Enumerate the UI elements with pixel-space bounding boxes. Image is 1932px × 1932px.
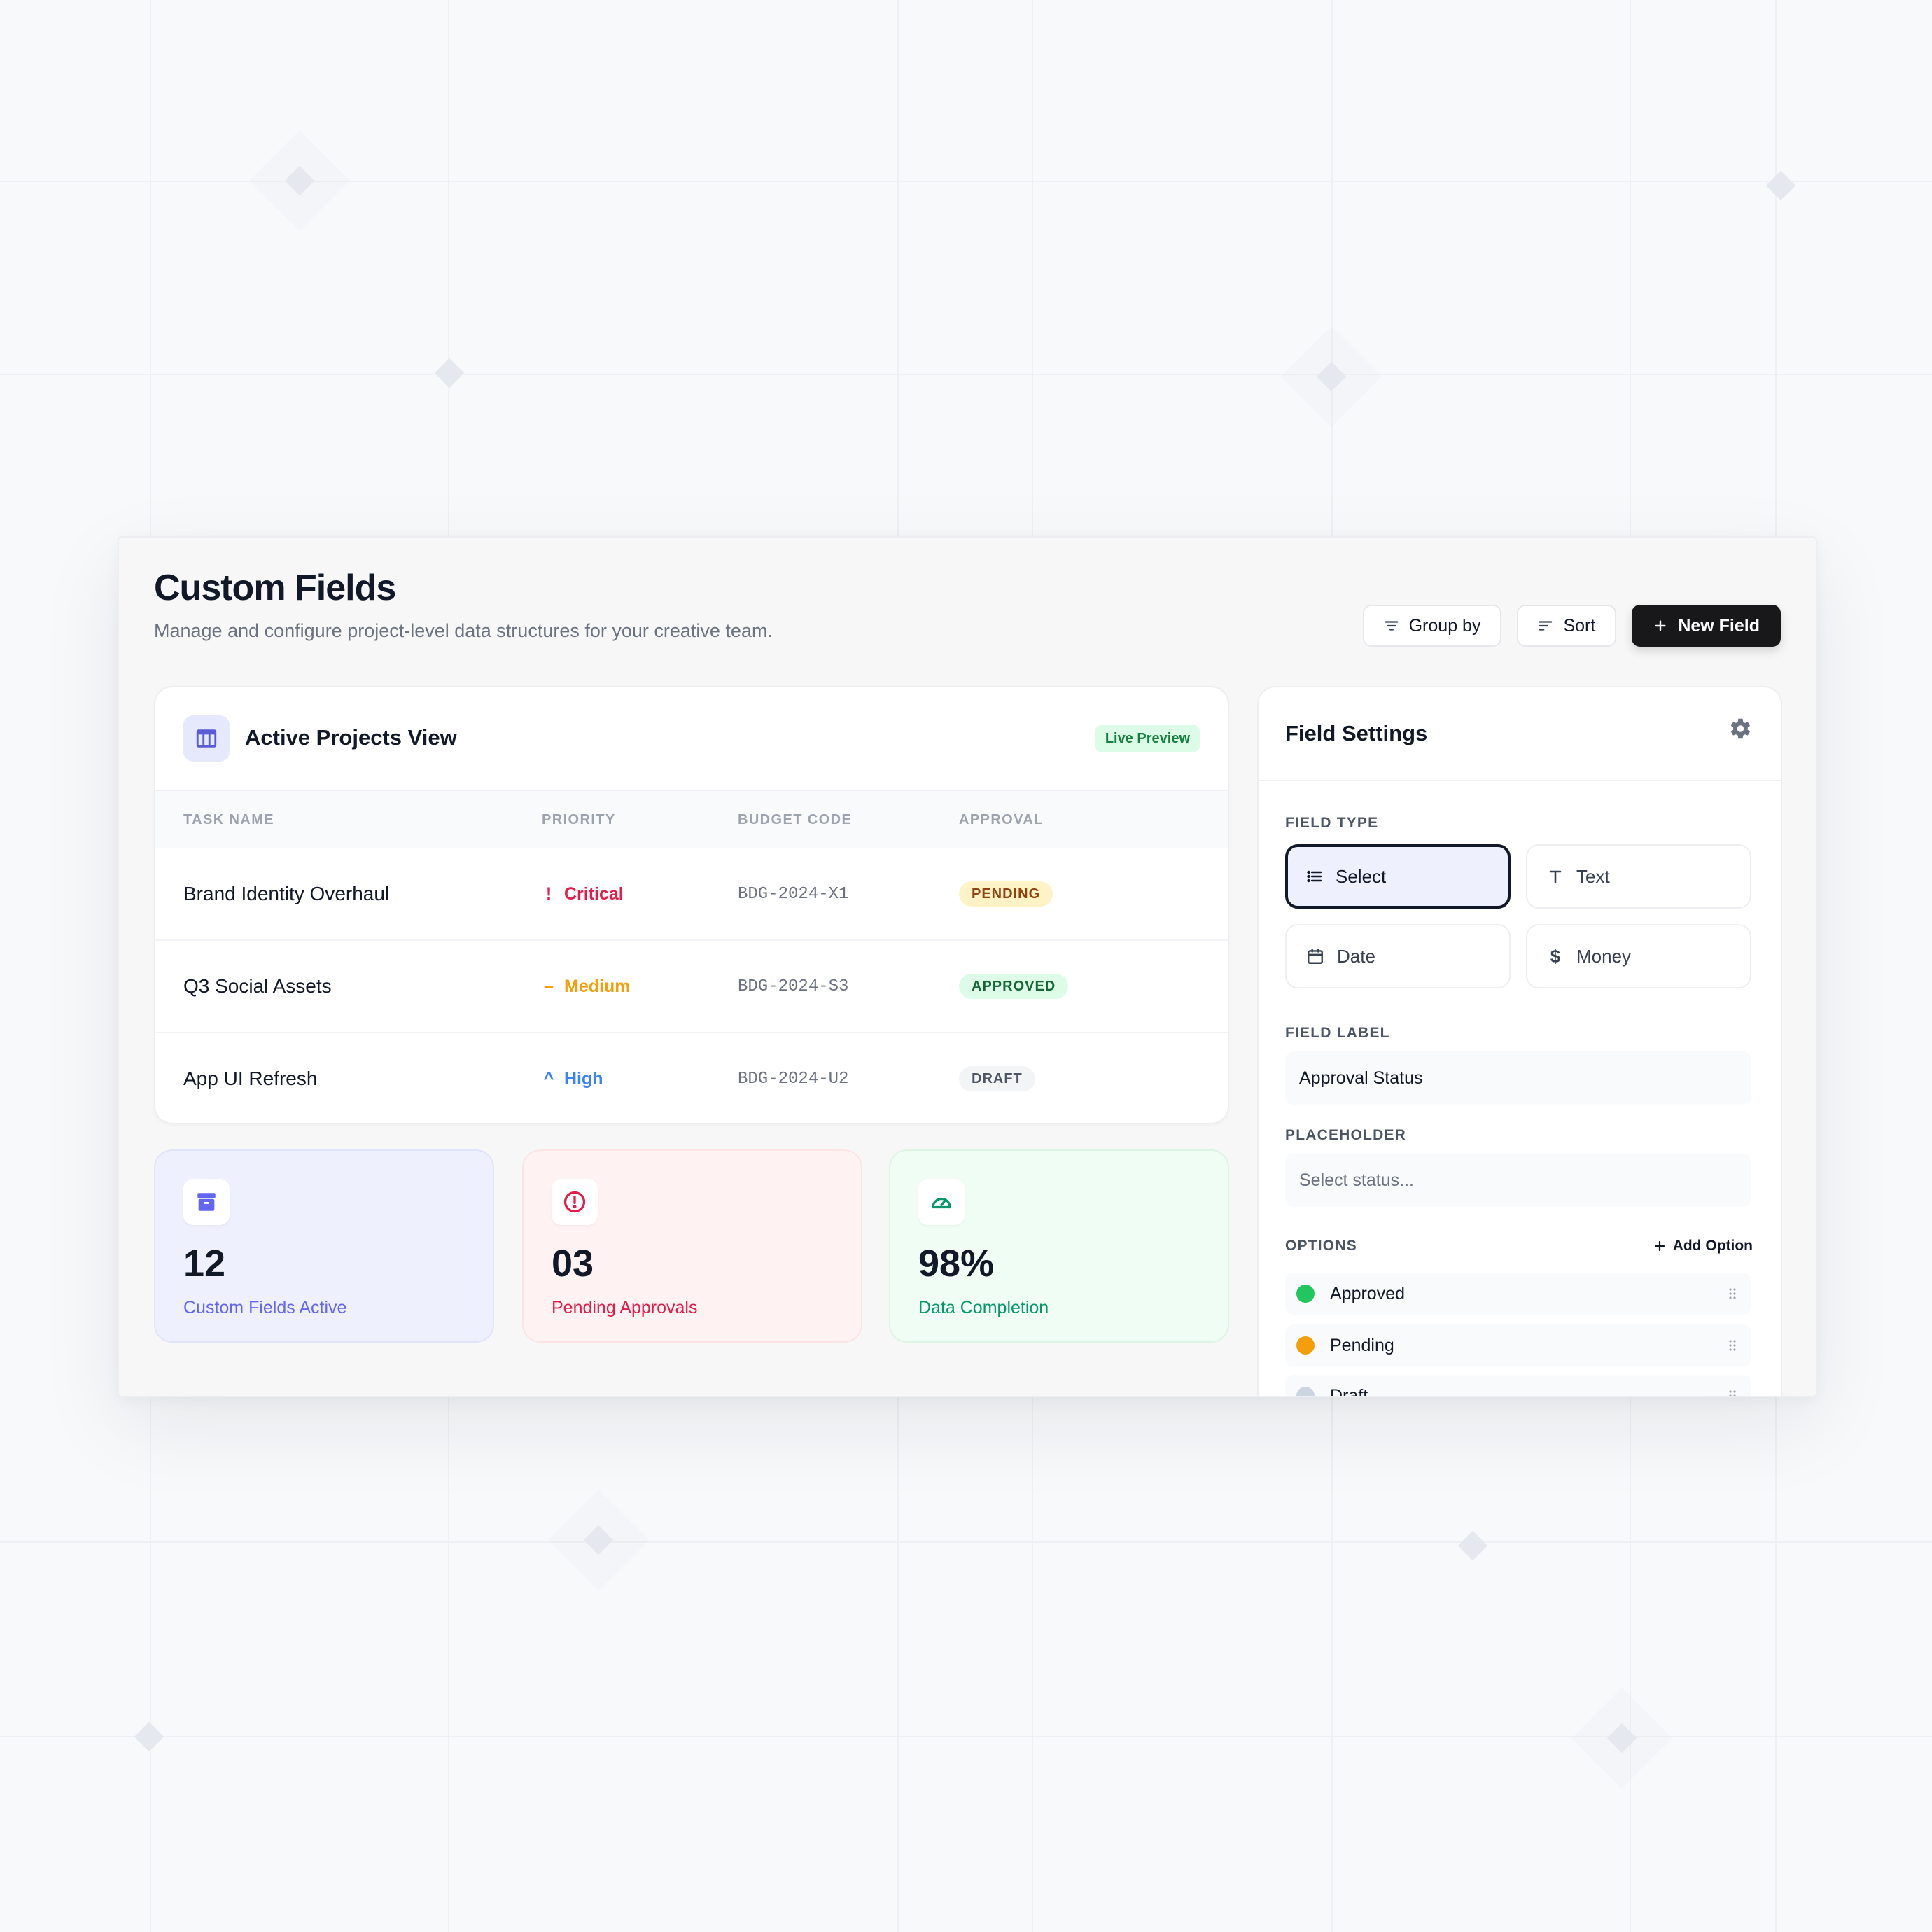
table-header: TASK NAME PRIORITY BUDGET CODE APPROVAL bbox=[155, 791, 1228, 848]
settings-title: Field Settings bbox=[1285, 721, 1428, 746]
add-option-button[interactable]: Add Option bbox=[1653, 1238, 1753, 1254]
priority-cell: – Medium bbox=[542, 941, 630, 1032]
calendar-icon bbox=[1308, 948, 1323, 964]
type-select-button[interactable]: Select bbox=[1285, 844, 1511, 909]
status-dot bbox=[1296, 1284, 1315, 1303]
active-projects-panel: Active Projects View Live Preview TASK N… bbox=[154, 686, 1229, 1124]
placeholder-heading: PLACEHOLDER bbox=[1285, 1127, 1407, 1143]
filter-icon bbox=[1385, 621, 1398, 631]
status-dot bbox=[1296, 1336, 1315, 1354]
dollar-icon: $ bbox=[1550, 945, 1561, 967]
placeholder-input[interactable] bbox=[1285, 1154, 1751, 1207]
field-type-label: FIELD TYPE bbox=[1285, 815, 1379, 831]
archive-icon bbox=[183, 1179, 230, 1225]
option-label: Approved bbox=[1330, 1283, 1406, 1303]
approval-cell: PENDING bbox=[959, 848, 1054, 939]
sort-icon bbox=[1539, 621, 1553, 631]
stat-card-pending-approvals: 03 Pending Approvals bbox=[522, 1149, 862, 1343]
stat-label: Custom Fields Active bbox=[183, 1298, 347, 1317]
list-icon bbox=[1307, 870, 1322, 883]
text-icon bbox=[1549, 870, 1562, 883]
stat-card-data-completion: 98% Data Completion bbox=[889, 1149, 1229, 1343]
add-option-label: Add Option bbox=[1672, 1238, 1753, 1254]
live-preview-badge: Live Preview bbox=[1095, 725, 1200, 752]
budget-code: BDG-2024-U2 bbox=[738, 1069, 849, 1088]
priority-label: Medium bbox=[564, 976, 631, 996]
status-badge: APPROVED bbox=[959, 974, 1069, 999]
gauge-icon bbox=[918, 1179, 965, 1225]
options-heading: OPTIONS bbox=[1285, 1238, 1357, 1254]
new-field-label: New Field bbox=[1678, 615, 1760, 636]
option-label: Pending bbox=[1330, 1335, 1394, 1355]
status-badge: DRAFT bbox=[959, 1066, 1035, 1091]
settings-header: Field Settings bbox=[1259, 687, 1781, 781]
priority-cell: ! Critical bbox=[542, 848, 624, 939]
option-label: Draft bbox=[1330, 1385, 1368, 1397]
drag-handle-icon[interactable] bbox=[1728, 1337, 1737, 1354]
page-title: Custom Fields bbox=[154, 568, 396, 608]
type-label: Text bbox=[1576, 865, 1610, 887]
group-by-button[interactable]: Group by bbox=[1362, 605, 1502, 647]
custom-fields-card: Custom Fields Manage and configure proje… bbox=[118, 536, 1817, 1397]
type-label: Money bbox=[1576, 945, 1632, 967]
column-header-budget: BUDGET CODE bbox=[738, 812, 853, 827]
new-field-button[interactable]: New Field bbox=[1632, 605, 1781, 647]
stat-value: 12 bbox=[183, 1242, 226, 1284]
budget-code: BDG-2024-X1 bbox=[738, 884, 849, 904]
option-item[interactable]: Draft bbox=[1285, 1375, 1751, 1397]
type-text-button[interactable]: Text bbox=[1526, 844, 1751, 909]
sort-label: Sort bbox=[1563, 615, 1596, 636]
type-label: Select bbox=[1336, 865, 1387, 887]
budget-code: BDG-2024-S3 bbox=[738, 976, 849, 996]
priority-medium-icon: – bbox=[544, 976, 554, 996]
priority-high-icon: ^ bbox=[543, 1068, 554, 1088]
plus-icon bbox=[1654, 1240, 1665, 1252]
alert-circle-icon bbox=[552, 1179, 598, 1225]
field-label-input[interactable] bbox=[1285, 1051, 1751, 1105]
column-header-approval: APPROVAL bbox=[959, 812, 1044, 827]
table-row[interactable]: Q3 Social Assets – Medium BDG-2024-S3 AP… bbox=[155, 939, 1228, 1032]
panel-header: Active Projects View Live Preview bbox=[155, 687, 1228, 791]
type-money-button[interactable]: $ Money bbox=[1526, 924, 1751, 988]
drag-handle-icon[interactable] bbox=[1728, 1387, 1737, 1397]
status-dot bbox=[1296, 1387, 1315, 1396]
option-item[interactable]: Pending bbox=[1285, 1324, 1751, 1366]
priority-label: Critical bbox=[564, 883, 624, 904]
stat-value: 03 bbox=[552, 1242, 594, 1284]
toolbar: Group by Sort New Field bbox=[1362, 605, 1781, 647]
task-name: Brand Identity Overhaul bbox=[183, 883, 390, 904]
priority-label: High bbox=[564, 1068, 603, 1088]
type-label: Date bbox=[1337, 945, 1376, 967]
approval-cell: DRAFT bbox=[959, 1033, 1035, 1123]
task-name: Q3 Social Assets bbox=[183, 975, 332, 997]
field-label-heading: FIELD LABEL bbox=[1285, 1025, 1390, 1041]
stat-label: Pending Approvals bbox=[552, 1298, 698, 1317]
stat-card-custom-fields: 12 Custom Fields Active bbox=[154, 1149, 494, 1343]
panel-title: Active Projects View bbox=[245, 725, 457, 750]
sort-button[interactable]: Sort bbox=[1517, 605, 1617, 647]
type-date-button[interactable]: Date bbox=[1285, 924, 1511, 988]
task-name: App UI Refresh bbox=[183, 1068, 318, 1089]
stat-value: 98% bbox=[918, 1242, 995, 1284]
page-subtitle: Manage and configure project-level data … bbox=[154, 620, 773, 641]
column-header-priority: PRIORITY bbox=[542, 812, 616, 827]
table-row[interactable]: Brand Identity Overhaul ! Critical BDG-2… bbox=[155, 848, 1228, 939]
column-header-task: TASK NAME bbox=[183, 812, 275, 827]
priority-critical-icon: ! bbox=[545, 883, 552, 904]
priority-cell: ^ High bbox=[542, 1033, 603, 1123]
table-icon bbox=[183, 715, 230, 762]
status-badge: PENDING bbox=[959, 881, 1054, 906]
stat-label: Data Completion bbox=[918, 1298, 1049, 1317]
plus-icon bbox=[1655, 620, 1666, 631]
field-settings-panel: Field Settings FIELD TYPE Select Text Da… bbox=[1257, 686, 1782, 1397]
approval-cell: APPROVED bbox=[959, 941, 1069, 1032]
group-by-label: Group by bbox=[1408, 615, 1481, 636]
table-row[interactable]: App UI Refresh ^ High BDG-2024-U2 DRAFT bbox=[155, 1032, 1228, 1123]
option-item[interactable]: Approved bbox=[1285, 1273, 1751, 1315]
drag-handle-icon[interactable] bbox=[1728, 1285, 1737, 1302]
gear-icon[interactable] bbox=[1726, 715, 1753, 746]
